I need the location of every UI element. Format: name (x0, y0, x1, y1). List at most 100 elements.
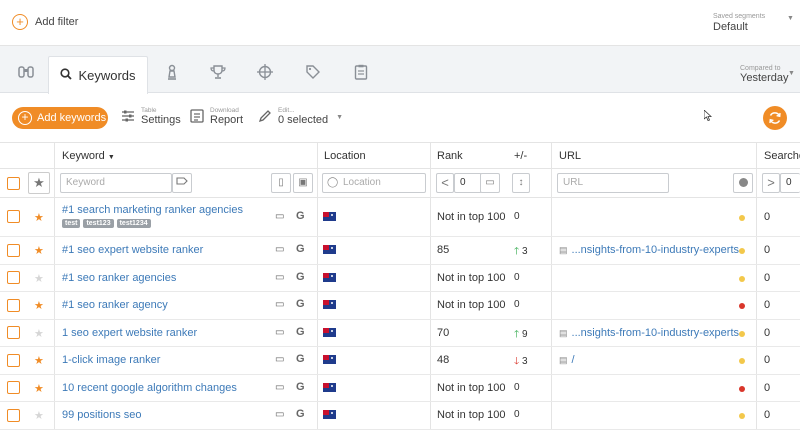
add-filter-button[interactable]: + Add filter (12, 14, 78, 30)
tags-icon[interactable] (304, 64, 322, 82)
star-icon[interactable]: ★ (34, 211, 44, 224)
status-dot (739, 413, 745, 419)
row-checkbox[interactable] (7, 271, 20, 284)
searches-value: 0 (764, 354, 771, 366)
status-dot (739, 276, 745, 282)
rank-change-value: 9 (521, 329, 528, 340)
sliders-icon (121, 109, 135, 126)
tab-keywords[interactable]: Keywords (48, 56, 148, 94)
keyword-link[interactable]: #1 seo ranker agencies (62, 272, 176, 284)
ranking-url[interactable]: ▤ ...nsights-from-10-industry-experts (559, 327, 739, 339)
keyword-tag[interactable]: test (62, 219, 81, 228)
rank-operator-button[interactable]: < (436, 173, 454, 193)
row-checkbox[interactable] (7, 243, 20, 257)
saved-segments-dropdown[interactable]: Saved segments Default (713, 13, 765, 33)
select-all-checkbox[interactable] (7, 177, 20, 190)
keyword-tag[interactable]: test1234 (116, 219, 151, 228)
keyword-link[interactable]: 1-click image ranker (62, 354, 160, 366)
compared-to-dropdown[interactable]: Compared to Yesterday (740, 65, 789, 84)
star-icon[interactable]: ★ (34, 299, 44, 312)
star-icon[interactable]: ★ (34, 409, 44, 422)
change-column-header[interactable]: +/- (514, 150, 527, 162)
table-row[interactable]: ★ 1-click image ranker ▭ G 48 🡓 3 ▤/ 0 (0, 347, 800, 375)
rank-change-value: 3 (521, 246, 528, 257)
table-row[interactable]: ★ #1 seo ranker agencies ▭ G Not in top 100 0… (0, 265, 800, 292)
table-row[interactable]: ★ #1 seo ranker agency ▭ G Not in top 100 0 0 (0, 292, 800, 320)
google-icon: G (296, 353, 305, 365)
star-icon[interactable]: ★ (34, 354, 44, 367)
row-checkbox[interactable] (7, 408, 20, 422)
rank-change: 0 (514, 382, 520, 393)
table-row[interactable]: ★ 10 recent google algorithm changes ▭ G Not… (0, 375, 800, 402)
keyword-link[interactable]: 99 positions seo (62, 409, 142, 421)
keyword-link[interactable]: #1 seo ranker agency (62, 299, 168, 311)
table-settings-button[interactable]: Table Settings (121, 107, 181, 127)
searches-filter-input[interactable]: 0 (780, 173, 800, 193)
keyword-link[interactable]: 1 seo expert website ranker (62, 327, 197, 339)
download-report-button[interactable]: Download Report (190, 107, 243, 127)
star-icon[interactable]: ★ (34, 327, 44, 340)
table-row[interactable]: ★ 99 positions seo ▭ G Not in top 100 0 0 (0, 402, 800, 430)
rank-value: 48 (437, 354, 450, 366)
keyword-filter-input[interactable]: Keyword (60, 173, 172, 193)
rank-change: 🡓 3 (514, 354, 528, 371)
status-filter-button[interactable] (733, 173, 753, 193)
binoculars-icon[interactable] (17, 64, 35, 82)
table-row[interactable]: ★ #1 seo expert website ranker ▭ G 85 🡑 3 ▤...… (0, 237, 800, 265)
ranking-url[interactable]: ▤ / (559, 354, 575, 366)
rank-value: 85 (437, 244, 450, 256)
australia-flag-icon (323, 245, 336, 254)
keyword-tag[interactable]: test123 (83, 219, 114, 228)
keyword-link[interactable]: #1 search marketing ranker agencies (62, 204, 243, 216)
table-row[interactable]: ★ #1 search marketing ranker agencies test… (0, 198, 800, 237)
trophy-icon[interactable] (209, 64, 227, 82)
ranking-url-text: ...nsights-from-10-industry-experts (571, 327, 740, 339)
url-column-header[interactable]: URL (559, 150, 581, 162)
url-filter-input[interactable]: URL (557, 173, 669, 193)
tag-filter-icon[interactable] (172, 173, 192, 193)
searches-column-header[interactable]: Searche (764, 150, 800, 162)
rank-filter-option-icon[interactable]: ▭ (480, 173, 500, 193)
rank-change-value: 0 (514, 299, 520, 310)
chess-pawn-icon[interactable] (163, 64, 181, 82)
ranking-url-text: ...nsights-from-10-industry-experts (571, 244, 740, 256)
row-checkbox[interactable] (7, 298, 20, 312)
device-filter-icon[interactable]: ▯ (271, 173, 291, 193)
add-keywords-button[interactable]: + Add keywords (12, 107, 108, 129)
star-icon[interactable]: ★ (34, 272, 44, 285)
row-checkbox[interactable] (7, 353, 20, 367)
plus-circle-icon: + (18, 111, 32, 125)
rank-change-value: 0 (514, 272, 520, 283)
row-checkbox[interactable] (7, 326, 20, 339)
keyword-column-header[interactable]: Keyword ▼ (62, 150, 115, 162)
row-checkbox[interactable] (7, 210, 20, 223)
keyword-link[interactable]: 10 recent google algorithm changes (62, 382, 237, 394)
google-icon: G (296, 298, 305, 310)
rank-value: Not in top 100 (437, 409, 506, 421)
table-row[interactable]: ★ 1 seo expert website ranker ▭ G 70 🡑 9 ▤ ...n… (0, 320, 800, 347)
pencil-icon (258, 109, 272, 126)
searches-operator-button[interactable]: > (762, 173, 780, 193)
google-icon: G (296, 210, 305, 222)
row-checkbox[interactable] (7, 381, 20, 394)
chevron-down-icon[interactable]: ▼ (787, 15, 794, 22)
edit-selected-button[interactable]: Edit... 0 selected ▼ (258, 107, 343, 127)
rank-filter-input[interactable]: 0 (454, 173, 482, 193)
clipboard-icon[interactable] (352, 64, 370, 82)
australia-flag-icon (323, 273, 336, 282)
filter-bar: + Add filter Saved segments Default ▼ (0, 0, 800, 46)
compared-to-value: Yesterday (740, 72, 789, 84)
refresh-button[interactable] (763, 106, 787, 130)
crosshair-icon[interactable] (256, 64, 274, 82)
rank-column-header[interactable]: Rank (437, 150, 463, 162)
star-icon[interactable]: ★ (34, 244, 44, 257)
change-sort-icon[interactable]: ↕ (512, 173, 530, 193)
star-filter-button[interactable]: ★ (28, 172, 50, 194)
searches-value: 0 (764, 299, 771, 311)
chevron-down-icon[interactable]: ▼ (788, 70, 795, 77)
search-engine-filter-icon[interactable]: ▣ (293, 173, 313, 193)
keyword-link[interactable]: #1 seo expert website ranker (62, 244, 203, 256)
ranking-url[interactable]: ▤ ...nsights-from-10-industry-experts (559, 244, 739, 256)
star-icon[interactable]: ★ (34, 382, 44, 395)
location-column-header[interactable]: Location (324, 150, 366, 162)
